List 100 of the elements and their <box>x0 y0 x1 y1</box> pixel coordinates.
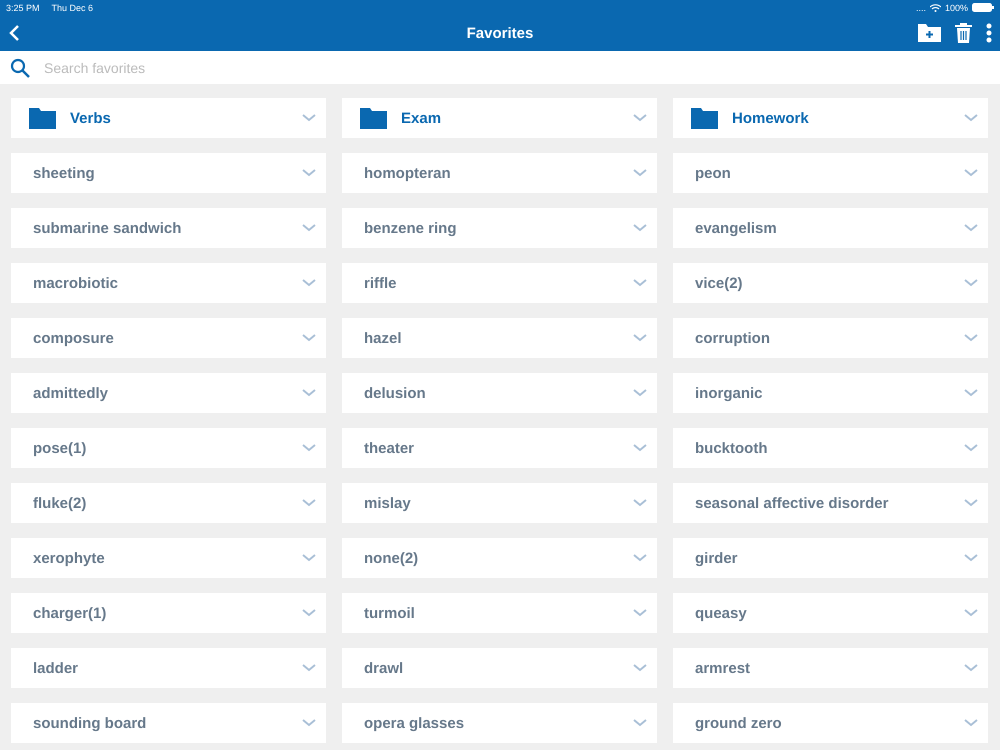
word-row[interactable]: evangelism <box>673 208 988 248</box>
trash-button[interactable] <box>955 23 972 43</box>
battery-percent: 100% <box>944 2 968 12</box>
chevron-down-icon[interactable] <box>633 554 647 562</box>
folder-row[interactable]: Verbs <box>11 98 326 138</box>
word-label: submarine sandwich <box>33 220 182 236</box>
chevron-down-icon[interactable] <box>964 444 978 452</box>
word-label: none(2) <box>364 550 420 566</box>
word-row[interactable]: macrobiotic <box>11 263 326 303</box>
chevron-down-icon[interactable] <box>964 499 978 507</box>
word-row[interactable]: pose(1) <box>11 428 326 468</box>
word-label: fluke(2) <box>33 494 88 512</box>
chevron-down-icon[interactable] <box>302 444 316 452</box>
word-row[interactable]: hazel <box>342 318 657 358</box>
status-date: Thu Dec 6 <box>52 2 94 12</box>
search-bar[interactable]: Search favorites <box>0 51 1000 84</box>
chevron-down-icon[interactable] <box>302 719 316 727</box>
word-label: corruption <box>695 330 771 346</box>
chevron-down-icon[interactable] <box>302 389 316 397</box>
word-row[interactable]: queasy <box>673 593 988 633</box>
word-label: ground zero <box>695 714 783 732</box>
folder-icon <box>691 108 718 128</box>
page-title: Favorites <box>466 24 534 42</box>
word-row[interactable]: benzene ring <box>342 208 657 248</box>
chevron-down-icon[interactable] <box>633 609 647 617</box>
folder-row[interactable]: Homework <box>673 98 988 138</box>
word-row[interactable]: vice(2) <box>673 263 988 303</box>
chevron-down-icon[interactable] <box>633 499 647 507</box>
chevron-down-icon[interactable] <box>633 389 647 397</box>
word-row[interactable]: submarine sandwich <box>11 208 326 248</box>
word-row[interactable]: sheeting <box>11 153 326 193</box>
folder-icon <box>29 108 56 128</box>
chevron-down-icon[interactable] <box>633 224 647 232</box>
word-row[interactable]: mislay <box>342 483 657 523</box>
folder-name: Homework <box>732 110 810 126</box>
chevron-down-icon[interactable] <box>633 664 647 672</box>
chevron-down-icon[interactable] <box>633 444 647 452</box>
word-row[interactable]: charger(1) <box>11 593 326 633</box>
word-row[interactable]: admittedly <box>11 373 326 413</box>
chevron-down-icon[interactable] <box>302 279 316 287</box>
word-row[interactable]: composure <box>11 318 326 358</box>
word-row[interactable]: girder <box>673 538 988 578</box>
word-row[interactable]: xerophyte <box>11 538 326 578</box>
chevron-down-icon[interactable] <box>633 114 647 122</box>
chevron-down-icon[interactable] <box>302 664 316 672</box>
word-row[interactable]: armrest <box>673 648 988 688</box>
chevron-down-icon[interactable] <box>302 609 316 617</box>
word-label: girder <box>695 550 739 566</box>
new-folder-button[interactable] <box>918 24 941 42</box>
chevron-down-icon[interactable] <box>302 554 316 562</box>
chevron-down-icon[interactable] <box>633 334 647 342</box>
word-row[interactable]: riffle <box>342 263 657 303</box>
word-row[interactable]: drawl <box>342 648 657 688</box>
chevron-down-icon[interactable] <box>964 609 978 617</box>
back-button[interactable] <box>8 24 20 42</box>
chevron-down-icon[interactable] <box>302 169 316 177</box>
word-row[interactable]: ground zero <box>673 703 988 743</box>
word-row[interactable]: seasonal affective disorder <box>673 483 988 523</box>
chevron-down-icon[interactable] <box>964 664 978 672</box>
chevron-down-icon[interactable] <box>302 114 316 122</box>
search-field[interactable]: Search favorites <box>42 58 990 76</box>
wifi-icon <box>930 4 941 12</box>
chevron-down-icon[interactable] <box>964 719 978 727</box>
chevron-down-icon[interactable] <box>633 719 647 727</box>
word-label: drawl <box>364 660 404 676</box>
word-row[interactable]: delusion <box>342 373 657 413</box>
chevron-down-icon[interactable] <box>964 279 978 287</box>
chevron-down-icon[interactable] <box>964 389 978 397</box>
chevron-down-icon[interactable] <box>633 279 647 287</box>
word-row[interactable]: opera glasses <box>342 703 657 743</box>
word-row[interactable]: inorganic <box>673 373 988 413</box>
chevron-down-icon[interactable] <box>964 114 978 122</box>
word-label: benzene ring <box>364 220 458 236</box>
word-label: peon <box>695 164 732 182</box>
chevron-down-icon[interactable] <box>964 554 978 562</box>
word-row[interactable]: none(2) <box>342 538 657 578</box>
chevron-down-icon[interactable] <box>633 169 647 177</box>
word-label: sounding board <box>33 714 148 732</box>
word-row[interactable]: ladder <box>11 648 326 688</box>
chevron-down-icon[interactable] <box>964 224 978 232</box>
word-row[interactable]: turmoil <box>342 593 657 633</box>
chevron-down-icon[interactable] <box>302 334 316 342</box>
word-row[interactable]: homopteran <box>342 153 657 193</box>
word-row[interactable]: corruption <box>673 318 988 358</box>
word-label: charger(1) <box>33 604 108 622</box>
word-row[interactable]: peon <box>673 153 988 193</box>
word-label: armrest <box>695 660 752 676</box>
word-row[interactable]: sounding board <box>11 703 326 743</box>
word-label: inorganic <box>695 384 764 402</box>
folder-row[interactable]: Exam <box>342 98 657 138</box>
chevron-down-icon[interactable] <box>964 334 978 342</box>
more-menu-button[interactable] <box>986 23 992 43</box>
word-row[interactable]: bucktooth <box>673 428 988 468</box>
word-row[interactable]: theater <box>342 428 657 468</box>
chevron-down-icon[interactable] <box>302 499 316 507</box>
word-label: seasonal affective disorder <box>695 494 890 512</box>
word-row[interactable]: fluke(2) <box>11 483 326 523</box>
chevron-down-icon[interactable] <box>302 224 316 232</box>
word-label: homopteran <box>364 164 452 182</box>
chevron-down-icon[interactable] <box>964 169 978 177</box>
